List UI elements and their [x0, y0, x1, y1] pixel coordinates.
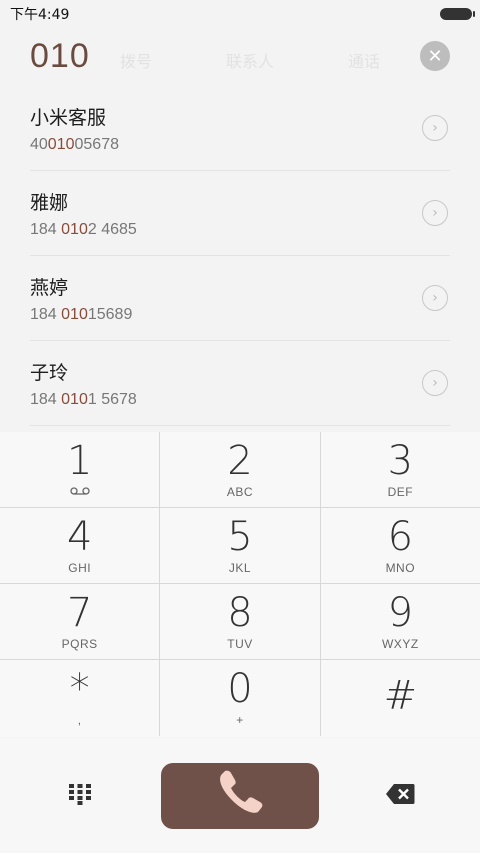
result-item[interactable]: 子玲 184 0101 5678 › — [30, 341, 450, 426]
key-letters: DEF — [387, 484, 414, 499]
key-1[interactable]: 1 — [0, 432, 159, 507]
key-digit: 4 — [66, 513, 93, 560]
keypad-row: 1 2 ABC 3 DEF — [0, 432, 480, 508]
key-digit: 2 — [227, 437, 253, 484]
chevron-right-icon[interactable]: › — [422, 200, 448, 226]
key-hash[interactable]: # — [319, 660, 480, 736]
number-part: 2 4685 — [87, 220, 137, 238]
result-text: 雅娜 184 0102 4685 — [30, 188, 137, 239]
key-letters: GHI — [68, 560, 92, 575]
number-match: 010 — [61, 305, 88, 323]
key-9[interactable]: 9 WXYZ — [319, 584, 480, 659]
result-item[interactable]: 燕婷 184 01015689 › — [30, 256, 450, 341]
dial-keypad: 1 2 ABC 3 DEF 4 GHI 5 JKL 6 MNO 7 PQRS 8… — [0, 432, 480, 737]
phone-icon — [212, 769, 268, 823]
key-letters: WXYZ — [381, 636, 419, 651]
search-results: 小米客服 4001005678 › 雅娜 184 0102 4685 › 燕婷 … — [0, 86, 480, 426]
key-digit: 7 — [66, 589, 93, 636]
result-item[interactable]: 小米客服 4001005678 › — [30, 86, 450, 171]
chevron-right-icon[interactable]: › — [422, 285, 448, 311]
key-letters: ABC — [226, 484, 254, 499]
status-time: 下午4:49 — [10, 7, 70, 23]
number-match: 010 — [47, 135, 75, 153]
key-digit: 3 — [387, 437, 414, 484]
key-5[interactable]: 5 JKL — [159, 508, 319, 583]
key-letters: + — [236, 713, 244, 727]
key-digit: 0 — [227, 666, 253, 712]
result-text: 燕婷 184 01015689 — [30, 273, 132, 324]
voicemail-icon — [70, 485, 90, 498]
result-text: 子玲 184 0101 5678 — [30, 358, 137, 409]
number-part: 184 — [30, 305, 62, 323]
key-4[interactable]: 4 GHI — [0, 508, 159, 583]
number-part: 05678 — [74, 135, 120, 153]
result-name: 燕婷 — [30, 276, 69, 299]
key-letters: TUV — [227, 636, 253, 651]
backspace-icon — [385, 783, 415, 809]
chevron-right-icon[interactable]: › — [422, 370, 448, 396]
key-star[interactable]: * , — [0, 660, 159, 736]
result-number: 184 0101 5678 — [30, 391, 137, 409]
result-number: 4001005678 — [30, 136, 119, 154]
number-part: 1 5678 — [87, 390, 137, 408]
keypad-row: 7 PQRS 8 TUV 9 WXYZ — [0, 584, 480, 660]
dialed-number[interactable]: 010 — [30, 37, 90, 76]
key-letters: PQRS — [61, 636, 98, 651]
bottom-action-bar — [0, 738, 480, 853]
chevron-right-icon[interactable]: › — [422, 115, 448, 141]
key-7[interactable]: 7 PQRS — [0, 584, 159, 659]
key-0[interactable]: 0 + — [159, 660, 319, 736]
key-letters: MNO — [385, 560, 416, 575]
key-digit: 6 — [387, 513, 414, 560]
key-8[interactable]: 8 TUV — [159, 584, 319, 659]
dial-header: 010 ✕ — [0, 28, 480, 84]
key-2[interactable]: 2 ABC — [159, 432, 319, 507]
result-name: 雅娜 — [30, 191, 69, 214]
key-letters: , — [77, 713, 82, 727]
clear-icon[interactable]: ✕ — [420, 41, 450, 71]
number-part: 184 — [30, 390, 62, 408]
key-digit: # — [383, 673, 418, 719]
result-text: 小米客服 4001005678 — [30, 103, 119, 154]
dialpad-icon — [68, 783, 92, 809]
key-digit: * — [69, 666, 90, 712]
keypad-toggle-button[interactable] — [0, 738, 160, 853]
result-number: 184 01015689 — [30, 306, 132, 324]
key-digit: 5 — [227, 513, 253, 560]
number-part: 15689 — [87, 305, 133, 323]
key-3[interactable]: 3 DEF — [319, 432, 480, 507]
result-name: 小米客服 — [30, 106, 107, 129]
number-part: 40 — [30, 135, 48, 153]
keypad-row: * , 0 + # — [0, 660, 480, 736]
key-letters: JKL — [228, 560, 252, 575]
key-digit: 8 — [227, 589, 253, 636]
key-6[interactable]: 6 MNO — [319, 508, 480, 583]
battery-icon — [440, 8, 475, 20]
result-item[interactable]: 雅娜 184 0102 4685 › — [30, 171, 450, 256]
call-button[interactable] — [161, 762, 319, 829]
backspace-button[interactable] — [320, 738, 480, 853]
number-match: 010 — [61, 220, 88, 238]
key-digit: 1 — [66, 438, 93, 484]
status-bar: 下午4:49 — [0, 0, 480, 28]
keypad-row: 4 GHI 5 JKL 6 MNO — [0, 508, 480, 584]
result-name: 子玲 — [30, 361, 69, 384]
number-match: 010 — [61, 390, 88, 408]
result-number: 184 0102 4685 — [30, 221, 137, 239]
key-digit: 9 — [387, 589, 414, 636]
number-part: 184 — [30, 220, 62, 238]
